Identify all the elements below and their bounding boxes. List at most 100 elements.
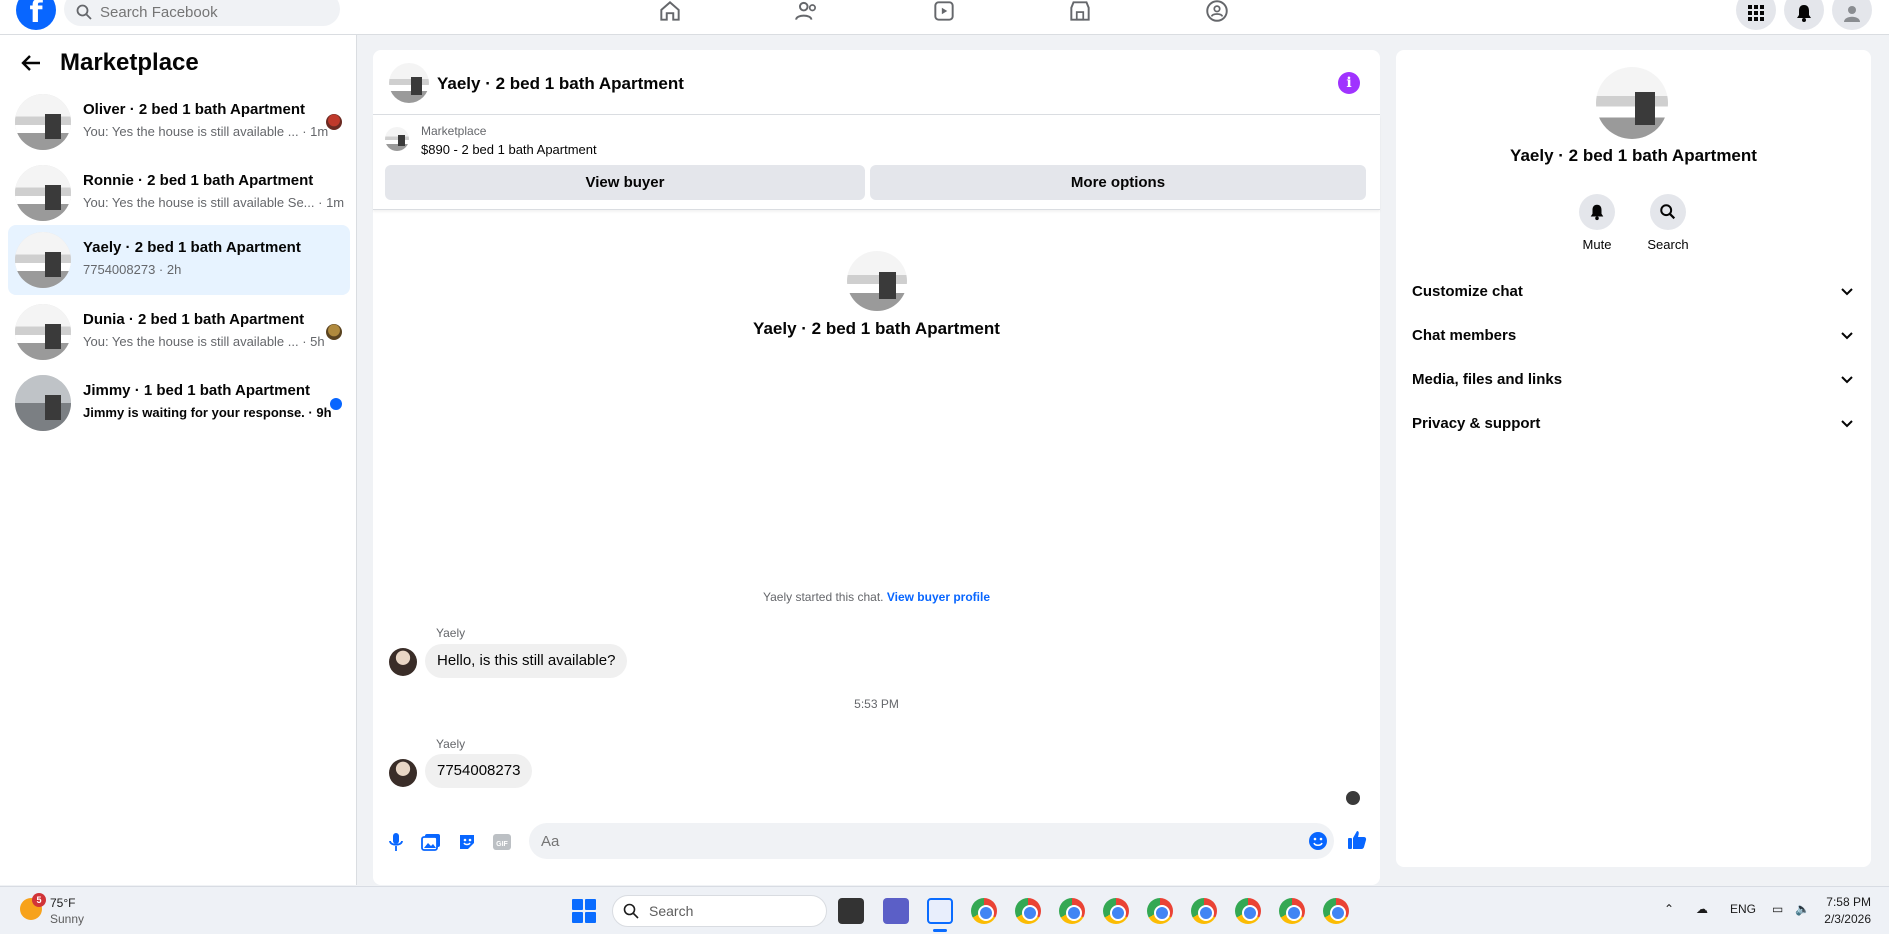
seen-receipt-avatar bbox=[1346, 791, 1360, 805]
marketplace-listing-bar: Marketplace $890 - 2 bed 1 bath Apartmen… bbox=[373, 115, 1380, 210]
chat-profile-name: Yaely · 2 bed 1 bath Apartment bbox=[753, 319, 1000, 338]
taskbar-search-label: Search bbox=[649, 903, 694, 919]
read-receipt-avatar bbox=[326, 324, 342, 340]
language-indicator[interactable]: ENG bbox=[1730, 902, 1756, 916]
conversation-preview: You: Yes the house is still available ..… bbox=[83, 334, 325, 349]
emoji-icon[interactable] bbox=[1307, 830, 1329, 852]
chrome-profile-icon[interactable] bbox=[1323, 898, 1349, 924]
facebook-search-input[interactable] bbox=[100, 3, 320, 21]
chevron-up-icon[interactable]: ⌃ bbox=[1664, 902, 1674, 916]
bell-icon bbox=[1797, 5, 1811, 22]
chevron-down-icon bbox=[1841, 420, 1853, 428]
listing-thumbnail bbox=[15, 375, 71, 431]
chat-started-notice: Yaely started this chat. View buyer prof… bbox=[373, 590, 1380, 604]
taskbar-clock[interactable]: 7:58 PM 2/3/2026 bbox=[1824, 894, 1871, 928]
search-icon bbox=[623, 903, 639, 919]
video-nav-icon[interactable] bbox=[927, 0, 961, 26]
top-navigation-bar: f bbox=[0, 0, 1889, 35]
mute-button[interactable]: Mute bbox=[1567, 194, 1627, 252]
chrome-profile-icon[interactable] bbox=[1015, 898, 1041, 924]
avatar-icon bbox=[1844, 6, 1860, 22]
cloud-off-icon[interactable]: ☁ bbox=[1696, 902, 1708, 916]
conversation-item-ronnie[interactable]: Ronnie · 2 bed 1 bath Apartment You: Yes… bbox=[8, 158, 350, 228]
task-view-icon[interactable] bbox=[838, 898, 864, 924]
back-arrow-icon[interactable] bbox=[20, 52, 42, 74]
chrome-profile-icon[interactable] bbox=[1059, 898, 1085, 924]
view-buyer-button[interactable]: View buyer bbox=[385, 165, 865, 200]
chrome-profile-icon[interactable] bbox=[1279, 898, 1305, 924]
message-composer: GIF bbox=[373, 818, 1380, 868]
marketplace-nav-icon[interactable] bbox=[1063, 0, 1097, 26]
listing-thumbnail bbox=[15, 232, 71, 288]
photo-icon[interactable] bbox=[420, 831, 442, 853]
message-sender: Yaely bbox=[436, 626, 466, 640]
customize-chat-row[interactable]: Customize chat bbox=[1404, 271, 1863, 311]
view-buyer-profile-link[interactable]: View buyer profile bbox=[887, 590, 990, 604]
conversation-item-yaely[interactable]: Yaely · 2 bed 1 bath Apartment 775400827… bbox=[8, 225, 350, 295]
thumbs-up-icon[interactable] bbox=[1346, 829, 1368, 851]
weather-description: Sunny bbox=[50, 912, 85, 926]
privacy-support-row[interactable]: Privacy & support bbox=[1404, 403, 1863, 443]
svg-text:GIF: GIF bbox=[496, 841, 508, 848]
facebook-search-box[interactable] bbox=[64, 0, 340, 26]
details-name: Yaely · 2 bed 1 bath Apartment bbox=[1510, 146, 1757, 165]
teams-icon[interactable] bbox=[883, 898, 909, 924]
listing-thumbnail bbox=[15, 165, 71, 221]
menu-grid-button[interactable] bbox=[1736, 0, 1776, 30]
facebook-logo[interactable]: f bbox=[16, 0, 56, 30]
chat-profile-thumbnail[interactable] bbox=[847, 251, 907, 311]
sidebar-header: Marketplace bbox=[20, 49, 199, 77]
chat-details-panel: Yaely · 2 bed 1 bath Apartment Mute Sear… bbox=[1396, 50, 1871, 867]
listing-price-title[interactable]: $890 - 2 bed 1 bath Apartment bbox=[421, 142, 597, 157]
taskbar-search[interactable]: Search bbox=[612, 895, 827, 927]
snipping-tool-icon[interactable] bbox=[927, 898, 953, 924]
chrome-profile-icon[interactable] bbox=[1191, 898, 1217, 924]
home-nav-icon[interactable] bbox=[653, 0, 687, 26]
media-files-links-row[interactable]: Media, files and links bbox=[1404, 359, 1863, 399]
chat-members-row[interactable]: Chat members bbox=[1404, 315, 1863, 355]
chevron-down-icon bbox=[1841, 376, 1853, 384]
conversation-name: Jimmy · 1 bed 1 bath Apartment bbox=[83, 382, 310, 399]
chat-listing-thumbnail[interactable] bbox=[389, 63, 429, 103]
notifications-button[interactable] bbox=[1784, 0, 1824, 30]
section-label: Customize chat bbox=[1412, 282, 1523, 300]
message-bubble[interactable]: Hello, is this still available? bbox=[425, 644, 628, 678]
account-avatar-button[interactable] bbox=[1832, 0, 1872, 30]
chat-title[interactable]: Yaely · 2 bed 1 bath Apartment bbox=[437, 74, 684, 94]
info-icon[interactable]: i bbox=[1338, 72, 1360, 94]
chat-started-text: Yaely started this chat. bbox=[762, 590, 884, 604]
network-icon[interactable]: ▭ bbox=[1772, 902, 1783, 916]
more-options-button[interactable]: More options bbox=[870, 165, 1366, 200]
chrome-profile-icon[interactable] bbox=[1235, 898, 1261, 924]
conversation-item-oliver[interactable]: Oliver · 2 bed 1 bath Apartment You: Yes… bbox=[8, 87, 350, 157]
sticker-icon[interactable] bbox=[456, 831, 478, 853]
message-input[interactable] bbox=[529, 823, 1334, 859]
conversation-item-jimmy[interactable]: Jimmy · 1 bed 1 bath Apartment Jimmy is … bbox=[8, 368, 350, 438]
chrome-profile-icon[interactable] bbox=[1147, 898, 1173, 924]
groups-nav-icon[interactable] bbox=[1200, 0, 1234, 26]
chevron-down-icon bbox=[1841, 332, 1853, 340]
conversation-name: Yaely · 2 bed 1 bath Apartment bbox=[83, 239, 301, 256]
search-icon bbox=[76, 4, 92, 20]
message-bubble[interactable]: 7754008273 bbox=[425, 754, 533, 788]
volume-icon[interactable]: 🔈 bbox=[1795, 902, 1810, 916]
sender-avatar[interactable] bbox=[389, 759, 417, 787]
search-conversation-button[interactable]: Search bbox=[1638, 194, 1698, 252]
conversation-preview: You: Yes the house is still available ..… bbox=[83, 124, 329, 139]
sender-avatar[interactable] bbox=[389, 648, 417, 676]
message-timestamp: 5:53 PM bbox=[854, 697, 899, 711]
grid-icon bbox=[1748, 5, 1764, 21]
chrome-profile-icon[interactable] bbox=[1103, 898, 1129, 924]
weather-temperature[interactable]: 75°F bbox=[50, 896, 75, 910]
windows-start-button[interactable] bbox=[572, 899, 596, 923]
conversation-item-dunia[interactable]: Dunia · 2 bed 1 bath Apartment You: Yes … bbox=[8, 297, 350, 367]
gif-icon[interactable]: GIF bbox=[491, 831, 513, 853]
microphone-icon[interactable] bbox=[385, 831, 407, 853]
message-sender: Yaely bbox=[436, 737, 466, 751]
chrome-icon[interactable] bbox=[971, 898, 997, 924]
details-thumbnail[interactable] bbox=[1596, 67, 1668, 139]
friends-nav-icon[interactable] bbox=[790, 0, 824, 26]
section-label: Media, files and links bbox=[1412, 370, 1563, 388]
conversation-preview: Jimmy is waiting for your response. · 9h bbox=[83, 405, 332, 420]
listing-thumbnail bbox=[15, 94, 71, 150]
